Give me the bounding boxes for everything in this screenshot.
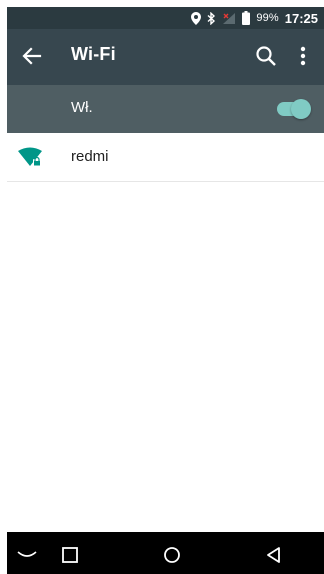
screen: 99% 17:25 Wi-Fi Wł. redmi: [7, 7, 324, 574]
recents-icon[interactable]: [57, 542, 83, 568]
wifi-toggle-switch[interactable]: [277, 99, 311, 119]
location-icon: [191, 11, 202, 25]
toggle-thumb: [291, 99, 311, 119]
page-title: Wi-Fi: [71, 44, 116, 64]
back-icon[interactable]: [261, 542, 287, 568]
wifi-master-switch-bar[interactable]: Wł.: [7, 85, 324, 133]
status-bar: 99% 17:25: [7, 7, 324, 29]
search-icon[interactable]: [253, 43, 279, 69]
navigation-bar: [7, 532, 324, 574]
clock: 17:25: [284, 10, 318, 26]
list-item[interactable]: redmi: [7, 133, 324, 182]
more-vert-icon[interactable]: [297, 43, 309, 69]
battery-icon: [242, 11, 251, 25]
network-list: redmi: [7, 133, 324, 182]
back-arrow-icon[interactable]: [19, 43, 45, 69]
wifi-lock-icon: [18, 147, 44, 169]
switch-label: Wł.: [71, 99, 93, 116]
home-icon[interactable]: [159, 542, 185, 568]
hide-keyboard-icon[interactable]: [14, 542, 40, 568]
bluetooth-icon: [207, 11, 216, 25]
battery-percent: 99%: [256, 12, 279, 24]
network-ssid: redmi: [71, 148, 109, 165]
app-toolbar: Wi-Fi: [7, 29, 324, 85]
signal-off-icon: [222, 12, 236, 25]
